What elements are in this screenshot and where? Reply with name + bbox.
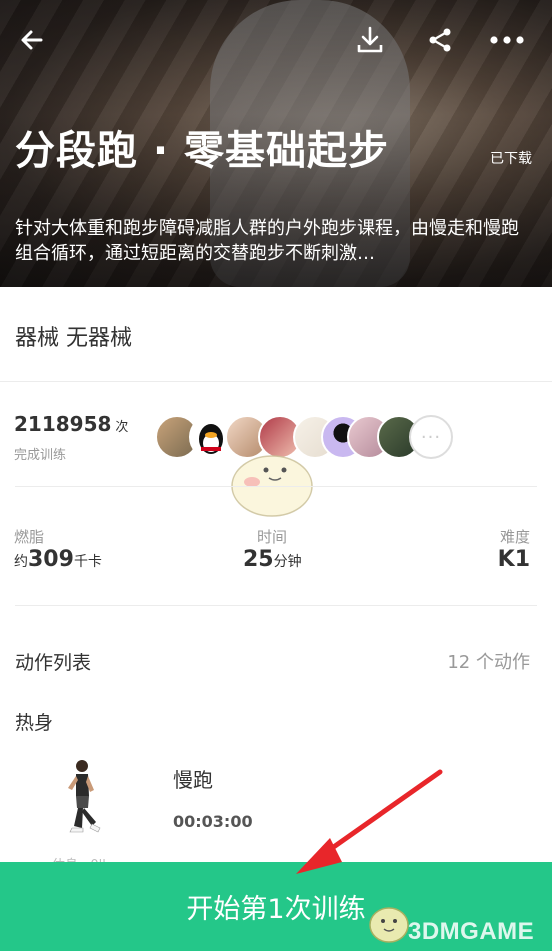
equipment-info: 器械 无器械 xyxy=(15,326,132,351)
more-avatars-icon[interactable]: ··· xyxy=(409,415,453,459)
time-value: 25分钟 xyxy=(243,547,302,572)
share-icon[interactable] xyxy=(422,22,458,58)
back-arrow-icon[interactable] xyxy=(14,22,50,58)
course-description[interactable]: 针对大体重和跑步障碍减脂人群的户外跑步课程，由慢走和慢跑组合循环，通过短距离的交… xyxy=(15,216,535,266)
watermark-mascot-icon xyxy=(369,907,409,943)
mascot-watermark-icon xyxy=(231,455,313,517)
exercise-name[interactable]: 慢跑 xyxy=(173,764,213,793)
completion-count: 2118958 次 xyxy=(14,412,129,436)
jogging-thumbnail[interactable] xyxy=(52,756,112,846)
course-title: 分段跑 · 零基础起步 xyxy=(15,128,390,174)
course-hero-banner: 分段跑 · 零基础起步 已下载 针对大体重和跑步障碍减脂人群的户外跑步课程，由慢… xyxy=(0,0,552,287)
difficulty-label: 难度 xyxy=(499,528,530,546)
download-icon[interactable] xyxy=(352,22,388,58)
action-count: 12 个动作 xyxy=(447,652,530,673)
divider xyxy=(0,381,552,382)
difficulty-value: K1 xyxy=(497,547,530,572)
downloaded-badge: 已下载 xyxy=(490,151,532,167)
more-icon[interactable] xyxy=(489,22,525,58)
time-label: 时间 xyxy=(257,528,288,546)
red-arrow-annotation-icon xyxy=(296,769,443,874)
action-list-title: 动作列表 xyxy=(15,652,92,674)
completion-label: 完成训练 xyxy=(14,448,67,463)
burn-label: 燃脂 xyxy=(14,528,45,546)
burn-value: 约309千卡 xyxy=(14,547,102,572)
divider xyxy=(15,605,537,606)
divider xyxy=(15,486,537,487)
watermark-text: 3DMGAME xyxy=(408,918,535,945)
exercise-duration: 00:03:00 xyxy=(173,812,253,831)
warmup-group-title: 热身 xyxy=(15,712,54,734)
